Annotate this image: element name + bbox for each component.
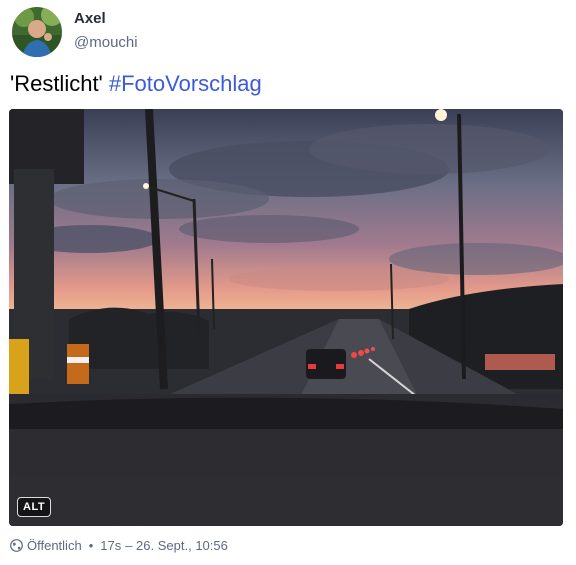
avatar-image [12, 7, 62, 57]
post-content: 'Restlicht' #FotoVorschlag [10, 71, 262, 97]
avatar[interactable] [12, 7, 62, 57]
relative-time[interactable]: 17s [100, 538, 121, 553]
globe-icon [10, 539, 23, 552]
author-handle[interactable]: @mouchi [74, 34, 138, 51]
visibility-label: Öffentlich [27, 538, 82, 553]
timestamp[interactable]: – 26. Sept., 10:56 [125, 538, 228, 553]
meta-separator: • [88, 538, 94, 553]
alt-text-badge[interactable]: ALT [17, 497, 52, 517]
hashtag-link[interactable]: #FotoVorschlag [109, 71, 262, 96]
status-meta: Öffentlich • 17s – 26. Sept., 10:56 [10, 538, 228, 553]
status-card: Axel @mouchi 'Restlicht' #FotoVorschlag [0, 0, 576, 565]
author-display-name[interactable]: Axel [74, 10, 106, 27]
media-attachment[interactable]: ALT [9, 109, 563, 526]
post-text: 'Restlicht' [10, 71, 109, 96]
sunset-photo [9, 109, 563, 526]
